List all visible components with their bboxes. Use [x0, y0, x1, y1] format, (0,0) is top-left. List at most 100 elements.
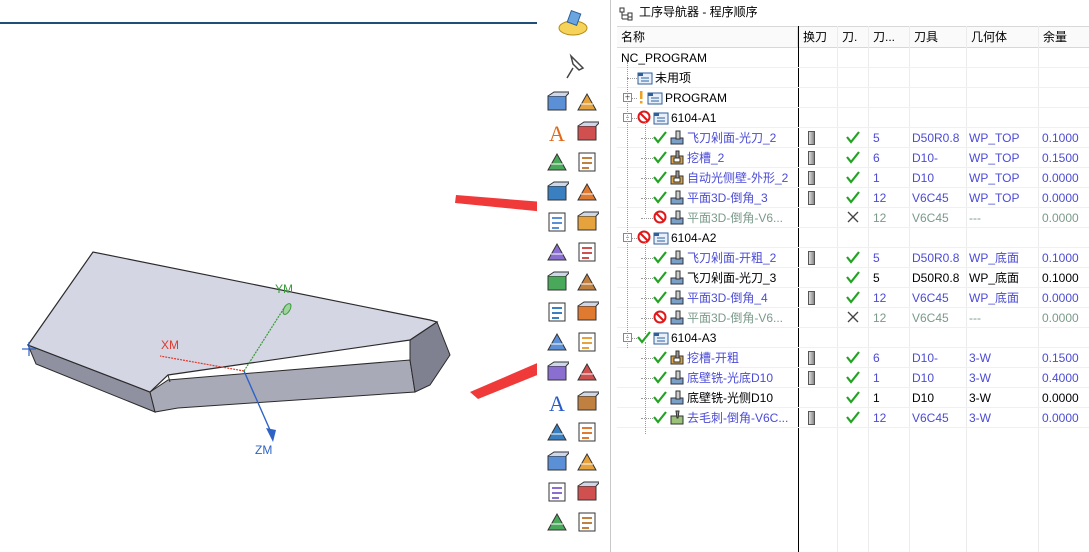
- geometry-cell: 3-W: [969, 411, 991, 425]
- graphics-viewport[interactable]: XM YM ZM: [0, 0, 537, 552]
- stock-cell: 0.0000: [1042, 191, 1079, 205]
- operation-row[interactable]: 飞刀剁面-开粗_2 5 D50R0.8 WP_底面 0.1000: [617, 248, 1089, 268]
- mesh-icon[interactable]: [545, 180, 572, 204]
- toolpath-ok-icon: [846, 290, 860, 308]
- toolpath-status-cell: [839, 68, 869, 88]
- program-group-row[interactable]: -6104-A1: [617, 108, 1089, 128]
- operation-row[interactable]: 底壁铣-光侧D10 1 D10 3-W 0.0000: [617, 388, 1089, 408]
- node-label: 平面3D-倒角_3: [687, 191, 768, 205]
- program-group-row[interactable]: -6104-A3: [617, 328, 1089, 348]
- holder-icon[interactable]: [545, 480, 569, 504]
- status-check-icon: [653, 390, 667, 408]
- program-group-row[interactable]: + PROGRAM: [617, 88, 1089, 108]
- status-warning-icon: [637, 90, 645, 108]
- tool-change-cell: [800, 128, 838, 148]
- image-box-icon[interactable]: [545, 240, 569, 264]
- tree-connector: [641, 398, 653, 399]
- download-arrow-icon[interactable]: [575, 420, 599, 444]
- tool-change-icon: [808, 171, 815, 185]
- tool-change-icon: [808, 411, 815, 425]
- part-navigator-icon[interactable]: [545, 90, 572, 114]
- operation-row[interactable]: 平面3D-倒角-V6... 12 V6C45 --- 0.0000: [617, 308, 1089, 328]
- stock-cell: 0.1500: [1042, 351, 1079, 365]
- part-model-canvas[interactable]: XM YM ZM: [0, 0, 537, 552]
- column-header-tool[interactable]: 刀具: [910, 27, 967, 47]
- fixture-icon[interactable]: [545, 420, 569, 444]
- book-icon[interactable]: [545, 270, 572, 294]
- spindle-icon[interactable]: [545, 450, 572, 474]
- tool-number-cell: 1: [873, 391, 880, 405]
- face-op-icon: [669, 290, 685, 308]
- operation-row[interactable]: 飞刀剁面-光刀_2 5 D50R0.8 WP_TOP 0.1000: [617, 128, 1089, 148]
- column-header-tool-number[interactable]: 刀...: [869, 27, 910, 47]
- red-t-icon[interactable]: [575, 510, 599, 534]
- green-stamp-icon[interactable]: [575, 480, 602, 504]
- feature-tree-icon[interactable]: [575, 180, 599, 204]
- operation-row[interactable]: 底壁铣-光底D10 1 D10 3-W 0.4000: [617, 368, 1089, 388]
- column-header-path[interactable]: 刀.: [838, 27, 869, 47]
- machine-tool-icon[interactable]: [557, 8, 589, 40]
- status-check-icon: [653, 150, 667, 168]
- program-root-row[interactable]: NC_PROGRAM: [617, 48, 1089, 68]
- tool-change-cell: [800, 108, 838, 128]
- resource-bar: AA: [537, 0, 610, 552]
- column-header-geometry[interactable]: 几何体: [967, 27, 1039, 47]
- tool-cell: V6C45: [912, 411, 949, 425]
- column-header-stock[interactable]: 余量: [1039, 27, 1089, 47]
- upload-arrow-icon[interactable]: [575, 390, 602, 414]
- tool-change-cell: [800, 328, 838, 348]
- geometry-cell: [968, 328, 1038, 348]
- tool-number-cell: [870, 68, 910, 88]
- tool-holder-icon[interactable]: [545, 510, 569, 534]
- geometry-cell: 3-W: [969, 351, 991, 365]
- navigator-column-header: 名称 换刀 刀. 刀... 刀具 几何体 余量: [617, 26, 1089, 48]
- orange-box-icon[interactable]: [545, 300, 569, 324]
- tool-change-cell: [800, 228, 838, 248]
- toolpath-ok-icon: [846, 250, 860, 268]
- flow-chart-icon[interactable]: [545, 360, 572, 384]
- cube-color-icon[interactable]: [545, 150, 569, 174]
- tool-cell: D10-: [912, 151, 939, 165]
- tool-cell: D10: [912, 371, 935, 385]
- column-header-tool-change[interactable]: 换刀: [799, 27, 838, 47]
- face-op-icon: [669, 130, 685, 148]
- pin-icon[interactable]: [557, 50, 589, 82]
- operation-row[interactable]: 自动光侧壁-外形_2 1 D10 WP_TOP 0.0000: [617, 168, 1089, 188]
- operation-stack-icon[interactable]: [575, 90, 599, 114]
- text-icon[interactable]: A: [545, 120, 569, 146]
- pencil-ruler-icon[interactable]: [575, 330, 599, 354]
- operation-row[interactable]: 平面3D-倒角_3 12 V6C45 WP_TOP 0.0000: [617, 188, 1089, 208]
- tool-change-cell: [800, 248, 838, 268]
- operation-row[interactable]: 飞刀剁面-光刀_3 5 D50R0.8 WP_底面 0.1000: [617, 268, 1089, 288]
- layer-list-icon[interactable]: [575, 120, 602, 144]
- operation-row[interactable]: 去毛刺-倒角-V6C... 12 V6C45 3-W 0.0000: [617, 408, 1089, 428]
- face-op-icon: [669, 190, 685, 208]
- steel-stamp-icon[interactable]: [575, 450, 599, 474]
- toolpath-ok-icon: [846, 170, 860, 188]
- operation-row[interactable]: 挖槽_2 6 D10- WP_TOP 0.1500: [617, 148, 1089, 168]
- tree-connector: [645, 122, 646, 214]
- tree-connector: [641, 358, 653, 359]
- nc-code-icon[interactable]: [575, 270, 599, 294]
- toolpath-status-cell: [839, 168, 869, 188]
- column-header-name[interactable]: 名称: [617, 27, 798, 47]
- angle-measure-icon[interactable]: [575, 240, 599, 264]
- program-group-row[interactable]: -6104-A2: [617, 228, 1089, 248]
- face-op-icon: [669, 210, 685, 228]
- tool-number-cell: 12: [873, 191, 887, 205]
- toolpath-status-cell: [839, 308, 869, 328]
- text-tree-icon[interactable]: [575, 360, 599, 384]
- tool-number-cell: 12: [873, 411, 887, 425]
- status-check-icon: [637, 330, 651, 348]
- operation-row[interactable]: 平面3D-倒角-V6... 12 V6C45 --- 0.0000: [617, 208, 1089, 228]
- operation-row[interactable]: 平面3D-倒角_4 12 V6C45 WP_底面 0.0000: [617, 288, 1089, 308]
- program-group-row[interactable]: 未用项: [617, 68, 1089, 88]
- stack-box-icon[interactable]: [545, 330, 569, 354]
- text-a-icon[interactable]: A: [545, 390, 569, 416]
- eraser-icon[interactable]: [545, 210, 569, 234]
- drill-tool-icon[interactable]: [575, 210, 602, 234]
- cam-icon[interactable]: [575, 300, 602, 324]
- stock-cell: 0.4000: [1042, 371, 1079, 385]
- tree-branch-icon[interactable]: [575, 150, 599, 174]
- operation-row[interactable]: 挖槽-开粗 6 D10- 3-W 0.1500: [617, 348, 1089, 368]
